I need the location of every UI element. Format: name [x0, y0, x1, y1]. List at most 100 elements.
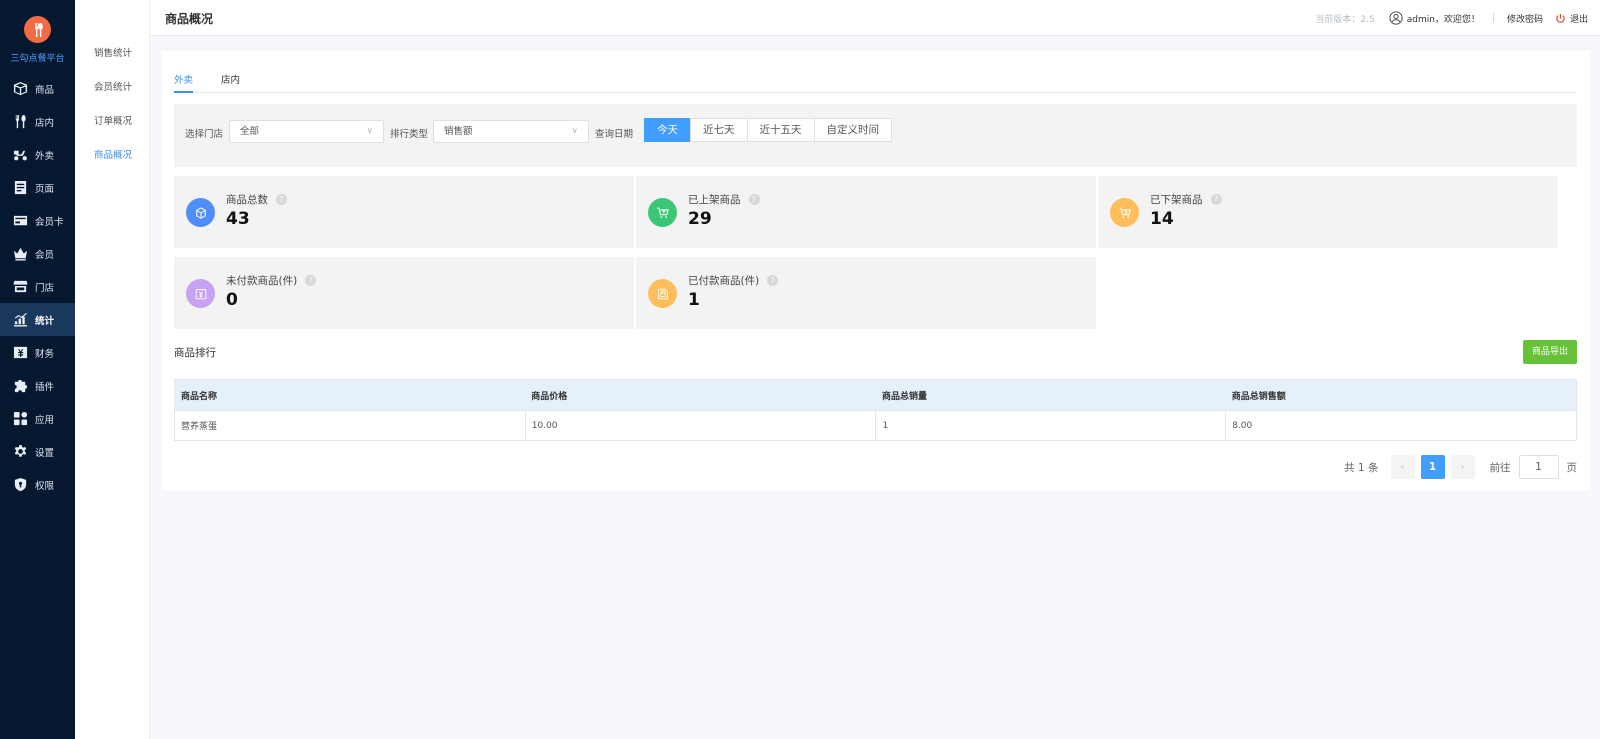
- gear-icon: [12, 444, 28, 460]
- ranking-table: 商品名称 商品价格 商品总销量 商品总销售额 营养蒸蛋 10.00 1 8.00: [174, 379, 1577, 441]
- column-header[interactable]: 商品价格: [525, 379, 876, 411]
- nav-label: 设置: [35, 447, 55, 459]
- page-number-button[interactable]: 1: [1420, 455, 1445, 479]
- date-15days-button[interactable]: 近十五天: [746, 118, 815, 142]
- card-icon: [12, 213, 28, 229]
- user-icon: [1389, 11, 1403, 25]
- table-cell: 8.00: [1225, 410, 1577, 441]
- prev-page-button[interactable]: ‹: [1390, 455, 1415, 479]
- subnav-item-orders[interactable]: 订单概况: [75, 103, 149, 137]
- power-icon: [1556, 13, 1565, 23]
- nav-item-goods[interactable]: 商品: [0, 72, 75, 105]
- page-title: 商品概况: [165, 12, 214, 26]
- stat-card-off-shelf: 已下架商品? 14: [1098, 176, 1558, 248]
- nav-item-store[interactable]: 门店: [0, 270, 75, 303]
- nav-label: 财务: [35, 348, 55, 360]
- nav-item-dine-in[interactable]: 店内: [0, 105, 75, 138]
- nav-item-member-card[interactable]: 会员卡: [0, 204, 75, 237]
- column-header[interactable]: 商品总销量: [875, 379, 1226, 411]
- header-separator: |: [1491, 13, 1495, 23]
- nav-label: 店内: [35, 117, 55, 129]
- nav-item-page[interactable]: 页面: [0, 171, 75, 204]
- tab-takeout[interactable]: 外卖: [174, 72, 194, 93]
- chart-icon: [12, 312, 28, 328]
- nav-item-statistics[interactable]: 统计: [0, 303, 75, 336]
- next-page-button[interactable]: ›: [1450, 455, 1475, 479]
- scooter-icon: [12, 147, 28, 163]
- nav-item-permission[interactable]: 权限: [0, 468, 75, 501]
- table-row[interactable]: 营养蒸蛋 10.00 1 8.00: [174, 410, 1577, 441]
- subnav-item-goods[interactable]: 商品概况: [75, 137, 149, 171]
- nav-label: 商品: [35, 84, 55, 96]
- nav-item-settings[interactable]: 设置: [0, 435, 75, 468]
- nav-label: 应用: [35, 414, 55, 426]
- tab-dine-in[interactable]: 店内: [221, 72, 240, 93]
- nav-item-apps[interactable]: 应用: [0, 402, 75, 435]
- crown-icon: [12, 246, 28, 262]
- page-icon: [12, 180, 28, 196]
- top-header: 商品概况 当前版本：2.5 admin，欢迎您！ | 修改密码 退出: [150, 0, 1600, 36]
- store-icon: [12, 279, 28, 295]
- nav-label: 权限: [35, 480, 55, 492]
- stat-value: 0: [226, 290, 238, 310]
- help-icon[interactable]: ?: [748, 194, 760, 205]
- stat-card-on-shelf: 已上架商品? 29: [636, 176, 1096, 248]
- nav-label: 门店: [35, 282, 55, 294]
- stat-label: 商品总数?: [226, 192, 287, 207]
- subnav-item-members[interactable]: 会员统计: [75, 69, 149, 103]
- table-cell: 1: [875, 410, 1227, 441]
- rank-type-select[interactable]: 销售额 ∨: [433, 120, 589, 143]
- box-icon: [12, 81, 28, 97]
- chevron-down-icon: ∨: [366, 126, 373, 136]
- nav-item-takeout[interactable]: 外卖: [0, 138, 75, 171]
- nav-label: 插件: [35, 381, 55, 393]
- stat-value: 14: [1150, 209, 1174, 229]
- nav-label: 会员卡: [35, 216, 64, 228]
- cart-up-icon: [648, 198, 677, 227]
- help-icon[interactable]: ?: [767, 275, 779, 286]
- export-goods-button[interactable]: 商品导出: [1523, 340, 1577, 364]
- change-password-link[interactable]: 修改密码: [1507, 12, 1543, 25]
- nav-label: 统计: [35, 315, 55, 327]
- date-today-button[interactable]: 今天: [644, 118, 691, 142]
- rank-type-label: 排行类型: [390, 129, 429, 140]
- goto-page-input[interactable]: [1518, 455, 1559, 479]
- user-info[interactable]: admin，欢迎您！: [1389, 11, 1480, 25]
- table-cell: 10.00: [524, 410, 877, 441]
- nav-item-member[interactable]: 会员: [0, 237, 75, 270]
- nav-item-plugin[interactable]: 插件: [0, 369, 75, 402]
- stat-label: 已下架商品?: [1150, 192, 1222, 207]
- date-custom-button[interactable]: 自定义时间: [813, 118, 892, 142]
- help-icon[interactable]: ?: [1210, 194, 1222, 205]
- nav-label: 页面: [35, 183, 55, 195]
- store-label: 选择门店: [185, 129, 224, 140]
- user-greeting: admin，欢迎您！: [1406, 14, 1480, 25]
- content-panel: 外卖 店内 选择门店 全部 ∨ 排行类型 销售额 ∨ 查询日期 今天 近七天 近…: [162, 51, 1590, 490]
- subnav-item-sales[interactable]: 销售统计: [75, 35, 149, 69]
- store-select[interactable]: 全部 ∨: [229, 120, 384, 143]
- sub-sidebar: 销售统计 会员统计 订单概况 商品概况: [75, 0, 150, 739]
- brand[interactable]: 三勾点餐平台: [0, 0, 75, 72]
- apps-icon: [12, 411, 28, 427]
- help-icon[interactable]: ?: [305, 275, 317, 286]
- stat-card-unpaid: 未付款商品(件)? 0: [174, 257, 634, 329]
- stat-card-paid: 已付款商品(件)? 1: [636, 257, 1096, 329]
- pagination: 共 1 条 ‹ 1 › 前往 页: [1344, 455, 1577, 479]
- date-7days-button[interactable]: 近七天: [690, 118, 748, 142]
- utensils-icon: [12, 114, 28, 130]
- nav-item-finance[interactable]: 财务: [0, 336, 75, 369]
- column-header[interactable]: 商品名称: [174, 379, 526, 411]
- logout-button[interactable]: 退出: [1555, 12, 1588, 25]
- puzzle-icon: [12, 378, 28, 394]
- goto-label: 前往: [1489, 461, 1511, 474]
- pagination-total: 共 1 条: [1344, 461, 1379, 474]
- nav-label: 外卖: [35, 150, 55, 162]
- table-header-row: 商品名称 商品价格 商品总销量 商品总销售额: [174, 379, 1577, 411]
- stat-value: 43: [226, 209, 250, 229]
- help-icon[interactable]: ?: [276, 194, 287, 205]
- cube-icon: [186, 198, 215, 227]
- table-cell: 营养蒸蛋: [174, 410, 526, 441]
- column-header[interactable]: 商品总销售额: [1225, 379, 1577, 411]
- logo-icon: [24, 16, 51, 43]
- stat-value: 29: [688, 209, 712, 229]
